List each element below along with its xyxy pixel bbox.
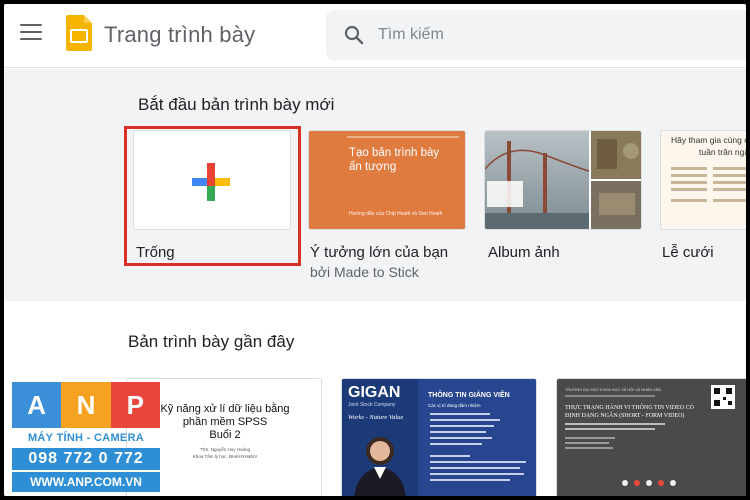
template-big-idea[interactable]: Tạo bản trình bày ấn tượng Hướng dẫn của… xyxy=(308,130,466,230)
big-idea-thumb-caption: Hướng dẫn của Chip Heath và Dan Heath xyxy=(349,210,443,217)
big-idea-thumbnail: Tạo bản trình bày ấn tượng Hướng dẫn của… xyxy=(347,136,459,217)
template-photo-album-label: Album ảnh xyxy=(488,244,560,261)
photo-album-thumbnail xyxy=(485,131,641,229)
anp-logo: A N P xyxy=(12,382,160,428)
search-bar[interactable] xyxy=(326,10,746,60)
anp-phone: 098 772 0 772 xyxy=(12,448,160,470)
svg-text:ĐỊNH DẠNG NGẮN (SHORT - FORM V: ĐỊNH DẠNG NGẮN (SHORT - FORM VIDEO) xyxy=(565,411,684,419)
recent-section-title: Bản trình bày gần đây xyxy=(128,332,295,351)
template-big-idea-subtitle: bởi Made to Stick xyxy=(310,264,419,280)
svg-text:Joint Stock Company: Joint Stock Company xyxy=(348,402,396,408)
svg-text:phần mềm SPSS: phần mềm SPSS xyxy=(183,416,267,428)
template-section-title: Bắt đầu bản trình bày mới xyxy=(138,95,335,114)
gigan-heading: THÔNG TIN GIẢNG VIÊN xyxy=(428,390,510,399)
svg-text:Khoa Tâm lý học, ĐHKHXH&NV: Khoa Tâm lý học, ĐHKHXH&NV xyxy=(193,454,257,459)
top-bar: Trang trình bày xyxy=(4,4,746,68)
wedding-thumbnail: Hãy tham gia cùng chú tuần trăn ngắ xyxy=(671,135,746,202)
svg-text:tuần trăn ngắ: tuần trăn ngắ xyxy=(699,147,746,157)
anp-letter-n: N xyxy=(61,382,111,428)
gigan-thumbnail: GIGAN Joint Stock Company Works - Nature… xyxy=(342,379,536,496)
template-photo-album[interactable] xyxy=(484,130,642,230)
svg-text:Works - Nature Value: Works - Nature Value xyxy=(348,414,403,421)
app-window: Trang trình bày Bắt đầu bản trình bày mớ… xyxy=(4,4,746,496)
recent-doc-short-video[interactable]: TRƯỜNG ĐẠI HỌC KHOA HỌC XÃ HỘI VÀ NHÂN V… xyxy=(556,378,746,496)
app-title[interactable]: Trang trình bày xyxy=(104,22,255,48)
template-wedding[interactable]: Hãy tham gia cùng chú tuần trăn ngắ xyxy=(660,130,746,230)
university-name: TRƯỜNG ĐẠI HỌC KHOA HỌC XÃ HỘI VÀ NHÂN V… xyxy=(565,387,661,392)
anp-tagline: MÁY TÍNH - CAMERA xyxy=(27,432,145,444)
template-wedding-label: Lễ cưới xyxy=(662,244,714,261)
spss-title: Kỹ năng xử lí dữ liệu bằng xyxy=(160,402,289,415)
short-video-title: THỰC TRẠNG HÀNH VI THÔNG TIN VIDEO CÓ xyxy=(565,403,695,411)
template-big-idea-label: Ý tưởng lớn của bạn xyxy=(310,244,449,261)
svg-text:Các vị trí đang đảm nhiệm: Các vị trí đang đảm nhiệm xyxy=(428,403,481,408)
svg-text:ấn tượng: ấn tượng xyxy=(349,161,396,173)
svg-text:Buổi 2: Buổi 2 xyxy=(209,429,240,441)
gigan-logo: GIGAN xyxy=(348,384,400,401)
slides-logo-icon[interactable] xyxy=(66,15,92,51)
anp-letter-a: A xyxy=(12,382,62,428)
template-gallery: Bắt đầu bản trình bày mới Trống Tạo bản … xyxy=(4,69,746,301)
main-menu-icon[interactable] xyxy=(20,24,42,42)
anp-url: WWW.ANP.COM.VN xyxy=(12,472,160,492)
blank-template-highlight xyxy=(124,126,301,266)
search-input[interactable] xyxy=(378,22,718,48)
anp-letter-p: P xyxy=(110,382,160,428)
wedding-thumb-title: Hãy tham gia cùng chú xyxy=(671,135,746,145)
spss-author: ThS. Nguyễn Huy Hoàng xyxy=(200,446,251,452)
big-idea-thumb-title: Tạo bản trình bày xyxy=(349,147,439,159)
recent-doc-gigan[interactable]: GIGAN Joint Stock Company Works - Nature… xyxy=(341,378,537,496)
anp-watermark: A N P MÁY TÍNH - CAMERA 098 772 0 772 WW… xyxy=(12,382,160,492)
search-icon[interactable] xyxy=(344,25,364,45)
short-video-thumbnail: TRƯỜNG ĐẠI HỌC KHOA HỌC XÃ HỘI VÀ NHÂN V… xyxy=(557,379,746,496)
